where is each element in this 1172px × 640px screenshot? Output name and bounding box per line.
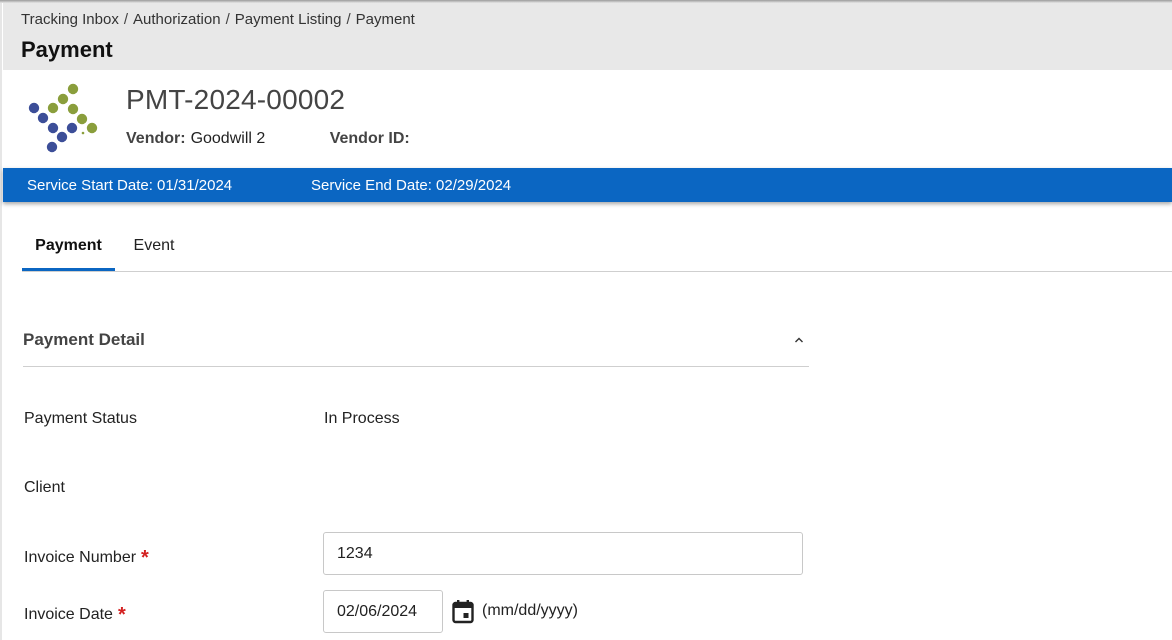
logo-dot <box>28 102 40 114</box>
tab-payment[interactable]: Payment <box>22 226 115 271</box>
payment-detail-section-header[interactable]: Payment Detail <box>23 318 809 367</box>
breadcrumb-tracking-inbox[interactable]: Tracking Inbox <box>21 11 119 28</box>
date-format-hint: (mm/dd/yyyy) <box>482 602 578 619</box>
client-label: Client <box>24 479 65 496</box>
invoice-date-label: Invoice Date * <box>24 602 126 626</box>
logo-dot <box>57 93 69 105</box>
breadcrumb-payment-listing[interactable]: Payment Listing <box>235 11 342 28</box>
vendor-label: Vendor: <box>126 130 186 147</box>
logo-dot <box>56 131 68 143</box>
logo-dot <box>47 122 59 134</box>
tab-bar: Payment Event <box>22 226 1172 272</box>
breadcrumb-separator: / <box>346 11 351 28</box>
invoice-date-label-text: Invoice Date <box>24 606 113 623</box>
logo-dot <box>67 103 79 115</box>
breadcrumb: Tracking Inbox / Authorization / Payment Lis… <box>21 11 415 28</box>
record-id: PMT-2024-00002 <box>126 84 346 115</box>
breadcrumb-current: Payment <box>355 11 415 28</box>
logo-dot <box>37 112 49 124</box>
payment-status-label: Payment Status <box>24 410 137 427</box>
organization-logo <box>28 83 98 153</box>
breadcrumb-authorization[interactable]: Authorization <box>133 11 221 28</box>
logo-dot <box>67 83 79 95</box>
vendor-row: Vendor: Goodwill 2 Vendor ID: <box>126 130 415 148</box>
logo-dot <box>47 102 59 114</box>
vendor-id-label: Vendor ID: <box>329 130 410 147</box>
logo-dot <box>46 141 58 153</box>
service-end-date: Service End Date: 02/29/2024 <box>311 177 512 194</box>
invoice-number-input[interactable] <box>323 532 803 575</box>
breadcrumb-separator: / <box>123 11 128 28</box>
payment-status-value: In Process <box>324 410 400 427</box>
calendar-icon[interactable] <box>451 599 475 625</box>
logo-dot <box>76 113 88 125</box>
service-start-date: Service Start Date: 01/31/2024 <box>27 177 233 194</box>
page-title: Payment <box>21 37 113 62</box>
tab-event[interactable]: Event <box>123 226 185 271</box>
logo-dot <box>66 122 78 134</box>
section-title: Payment Detail <box>23 330 145 349</box>
vendor-value: Goodwill 2 <box>190 130 266 147</box>
breadcrumb-separator: / <box>225 11 230 28</box>
record-summary: PMT-2024-00002 Vendor: Goodwill 2 Vendor … <box>3 70 1172 168</box>
logo-dot <box>86 122 98 134</box>
required-asterisk: * <box>141 547 149 569</box>
registered-mark <box>81 131 85 135</box>
service-dates-band: Service Start Date: 01/31/2024 Service E… <box>3 168 1172 202</box>
invoice-date-input[interactable] <box>323 590 443 633</box>
page-header: Tracking Inbox / Authorization / Payment Lis… <box>3 3 1172 70</box>
invoice-number-label: Invoice Number * <box>24 545 149 569</box>
required-asterisk: * <box>117 604 126 626</box>
invoice-number-label-text: Invoice Number <box>24 549 137 566</box>
chevron-up-icon[interactable] <box>791 332 807 348</box>
